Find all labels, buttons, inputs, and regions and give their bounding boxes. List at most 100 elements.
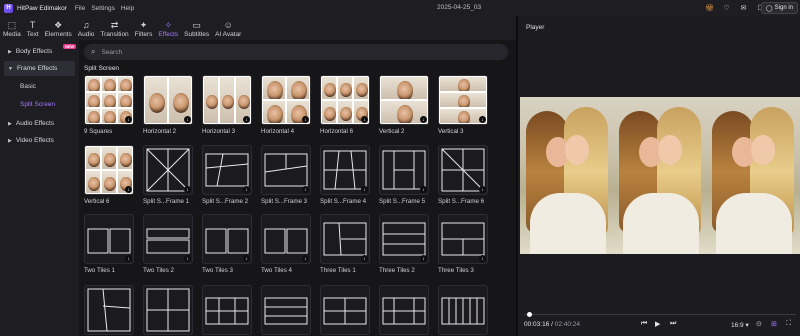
aspect-ratio-select[interactable]: 16:9 ▾ xyxy=(731,321,749,329)
sidebar-item-audio-effects[interactable]: ▶ Audio Effects xyxy=(4,116,75,131)
effect-label: 9 Squares xyxy=(84,128,113,135)
effect-card-horizontal-6[interactable]: ↓ xyxy=(320,75,370,125)
download-icon[interactable]: ↓ xyxy=(302,186,309,193)
download-icon[interactable]: ↓ xyxy=(302,255,309,262)
bell-icon[interactable]: ♡ xyxy=(721,3,732,13)
download-icon[interactable]: ↓ xyxy=(479,116,486,123)
download-icon[interactable]: ↓ xyxy=(479,255,486,262)
filters-icon: ✦ xyxy=(139,20,148,30)
effect-card-split-s-frame-6[interactable]: ↓ xyxy=(438,145,488,195)
tab-audio[interactable]: ♫ Audio xyxy=(75,16,98,40)
effect-card-three-tiles-3[interactable]: ↓ xyxy=(438,214,488,264)
effect-card-horizontal-3[interactable]: ↓ xyxy=(202,75,252,125)
effect-card-split-s-frame-4[interactable]: ↓ xyxy=(320,145,370,195)
effect-label: Split S...Frame 3 xyxy=(261,198,308,205)
menu-settings[interactable]: Settings xyxy=(91,5,115,12)
tab-text-label: Text xyxy=(26,31,39,38)
main-toolbar: ⬚ Media T Text ❖ Elements ♫ Audio ⇄ Transitio… xyxy=(0,16,516,40)
download-icon[interactable]: ↓ xyxy=(125,116,132,123)
play-icon[interactable]: ▶ xyxy=(655,320,660,328)
sidebar-item-frame-effects[interactable]: ▼ Frame Effects xyxy=(4,61,75,76)
download-icon[interactable]: ↓ xyxy=(243,116,250,123)
effect-card-vertical-6[interactable]: ↓ xyxy=(84,145,134,195)
effect-card-split-s-frame-1[interactable]: ↓ xyxy=(143,145,193,195)
tab-ai-avatar[interactable]: ☺ AI Avatar xyxy=(212,16,244,40)
tab-media[interactable]: ⬚ Media xyxy=(0,16,24,40)
scrubber-handle[interactable] xyxy=(527,312,532,317)
effects-icon: ✧ xyxy=(164,20,173,30)
download-icon[interactable]: ↓ xyxy=(125,186,132,193)
effect-card-vertical-2[interactable]: ↓ xyxy=(379,75,429,125)
effect-label: Horizontal 2 xyxy=(143,128,177,135)
download-icon[interactable]: ↓ xyxy=(184,255,191,262)
download-icon[interactable]: ↓ xyxy=(184,186,191,193)
download-icon[interactable]: ↓ xyxy=(361,116,368,123)
sidebar-subitem-basic[interactable]: Basic xyxy=(0,79,79,94)
grid-view-icon[interactable]: ⊞ xyxy=(771,320,777,328)
download-icon[interactable]: ↓ xyxy=(420,116,427,123)
fullscreen-icon[interactable]: ⛶ xyxy=(786,320,791,328)
effect-card-two-tiles-4[interactable]: ↓ xyxy=(261,214,311,264)
sidebar-item-label: Frame Effects xyxy=(16,65,58,72)
total-time: 02:40:24 xyxy=(554,321,581,328)
download-icon[interactable]: ↓ xyxy=(420,186,427,193)
tab-subtitles[interactable]: ▭ Subtitles xyxy=(181,16,212,40)
next-frame-icon[interactable]: ⏭ xyxy=(670,320,676,328)
section-title: Split Screen xyxy=(84,65,120,72)
effect-card-two-tiles-2[interactable]: ↓ xyxy=(143,214,193,264)
prev-frame-icon[interactable]: ⏮ xyxy=(641,320,647,328)
effect-card[interactable] xyxy=(84,285,134,335)
download-icon[interactable]: ↓ xyxy=(184,116,191,123)
effect-card[interactable] xyxy=(379,285,429,335)
tab-elements[interactable]: ❖ Elements xyxy=(42,16,75,40)
download-icon[interactable]: ↓ xyxy=(361,186,368,193)
sign-in-button[interactable]: ◯ Sign in xyxy=(760,2,798,14)
download-icon[interactable]: ↓ xyxy=(361,255,368,262)
download-icon[interactable]: ↓ xyxy=(243,186,250,193)
effect-card[interactable] xyxy=(438,285,488,335)
effect-card-three-tiles-2[interactable]: ↓ xyxy=(379,214,429,264)
mail-icon[interactable]: ✉ xyxy=(738,3,749,13)
effect-card-split-s-frame-2[interactable]: ↓ xyxy=(202,145,252,195)
effect-card-horizontal-2[interactable]: ↓ xyxy=(143,75,193,125)
sidebar-item-video-effects[interactable]: ▶ Video Effects xyxy=(4,133,75,148)
download-icon[interactable]: ↓ xyxy=(420,255,427,262)
subtitles-icon: ▭ xyxy=(192,20,201,30)
effect-card-split-s-frame-3[interactable]: ↓ xyxy=(261,145,311,195)
effect-card-two-tiles-1[interactable]: ↓ xyxy=(84,214,134,264)
app-logo-icon: H xyxy=(4,3,13,13)
download-icon[interactable]: ↓ xyxy=(302,116,309,123)
effect-card[interactable] xyxy=(261,285,311,335)
effect-card-three-tiles-1[interactable]: ↓ xyxy=(320,214,370,264)
tab-text[interactable]: T Text xyxy=(24,16,42,40)
media-icon: ⬚ xyxy=(7,20,17,30)
menu-file[interactable]: File xyxy=(75,5,85,12)
effect-card-vertical-3[interactable]: ↓ xyxy=(438,75,488,125)
effect-label: Vertical 3 xyxy=(438,128,464,135)
video-preview[interactable] xyxy=(520,97,800,254)
effect-card[interactable] xyxy=(202,285,252,335)
effect-card-two-tiles-3[interactable]: ↓ xyxy=(202,214,252,264)
tab-filters[interactable]: ✦ Filters xyxy=(132,16,156,40)
effect-card[interactable] xyxy=(143,285,193,335)
gift-icon[interactable]: 🎁︎ xyxy=(704,3,715,13)
tab-effects-label: Effects xyxy=(158,31,179,38)
chevron-right-icon: ▶ xyxy=(8,137,12,144)
effect-card-9-squares[interactable]: ↓ xyxy=(84,75,134,125)
effect-card[interactable] xyxy=(320,285,370,335)
tab-transition[interactable]: ⇄ Transition xyxy=(97,16,131,40)
effect-card-split-s-frame-5[interactable]: ↓ xyxy=(379,145,429,195)
download-icon[interactable]: ↓ xyxy=(243,255,250,262)
effect-label: Two Tiles 1 xyxy=(84,267,115,274)
top-icons: 🎁︎ ♡ ✉ ☐ xyxy=(704,3,766,13)
search-input[interactable]: ⌕ Search xyxy=(84,44,508,60)
menu-help[interactable]: Help xyxy=(121,5,134,12)
effect-card-horizontal-4[interactable]: ↓ xyxy=(261,75,311,125)
playback-scrubber[interactable] xyxy=(524,314,796,315)
snapshot-icon[interactable]: ⊙ xyxy=(756,320,762,328)
layout-preview-icon xyxy=(87,288,131,332)
download-icon[interactable]: ↓ xyxy=(125,255,132,262)
sidebar-subitem-split-screen[interactable]: Split Screen xyxy=(0,97,79,112)
download-icon[interactable]: ↓ xyxy=(479,186,486,193)
tab-effects[interactable]: ✧ Effects xyxy=(155,16,181,40)
